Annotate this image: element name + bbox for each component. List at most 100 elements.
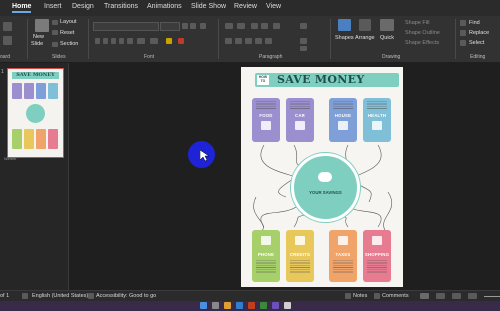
powerpoint-icon[interactable] bbox=[248, 302, 255, 309]
thumb-card bbox=[36, 83, 46, 99]
tab-slide-show[interactable]: Slide Show bbox=[191, 3, 226, 10]
bullets-icon[interactable] bbox=[225, 23, 233, 29]
increase-indent-icon[interactable] bbox=[261, 23, 268, 29]
font-name-field[interactable] bbox=[93, 22, 159, 31]
columns-icon[interactable] bbox=[265, 38, 272, 44]
tab-animations[interactable]: Animations bbox=[147, 3, 182, 10]
start-icon[interactable] bbox=[200, 302, 207, 309]
select-icon[interactable] bbox=[460, 40, 466, 46]
decrease-indent-icon[interactable] bbox=[251, 23, 258, 29]
font-color-icon[interactable] bbox=[178, 38, 184, 44]
tab-review[interactable]: Review bbox=[234, 3, 257, 10]
char-spacing-icon[interactable] bbox=[137, 38, 145, 44]
tab-view[interactable]: View bbox=[266, 3, 281, 10]
ribbon: oard New Slide Layout Reset Section Slid… bbox=[0, 16, 500, 63]
replace-icon[interactable] bbox=[460, 30, 466, 36]
thumb-card bbox=[48, 83, 58, 99]
spellcheck-icon[interactable] bbox=[22, 293, 28, 299]
search-icon[interactable] bbox=[212, 302, 219, 309]
clear-format-icon[interactable] bbox=[200, 23, 206, 29]
accessibility-icon[interactable] bbox=[88, 293, 94, 299]
how-to-label: HOW TO bbox=[257, 75, 269, 85]
comments-button[interactable]: Comments bbox=[382, 293, 409, 299]
numbering-icon[interactable] bbox=[237, 23, 245, 29]
section-button[interactable]: Section bbox=[60, 41, 78, 47]
font-size-field[interactable] bbox=[160, 22, 180, 31]
piggy-bank-icon bbox=[318, 172, 332, 182]
smartart-icon[interactable] bbox=[300, 46, 307, 51]
slide-canvas[interactable]: HOW TO SAVE MONEY FOOD CAR HOUSE HEALTH … bbox=[241, 67, 403, 287]
tab-transitions[interactable]: Transitions bbox=[104, 3, 138, 10]
text-direction-icon[interactable] bbox=[300, 23, 307, 29]
change-case-icon[interactable] bbox=[150, 38, 158, 44]
file-explorer-icon[interactable] bbox=[224, 302, 231, 309]
select-button[interactable]: Select bbox=[469, 40, 484, 46]
replace-button[interactable]: Replace bbox=[469, 30, 489, 36]
find-icon[interactable] bbox=[460, 20, 466, 26]
comments-icon[interactable] bbox=[374, 293, 380, 299]
quick-styles-icon[interactable] bbox=[380, 19, 394, 31]
italic-icon[interactable] bbox=[103, 38, 108, 44]
language-indicator[interactable]: English (United States) bbox=[32, 293, 88, 299]
slideshow-view-icon[interactable] bbox=[468, 293, 477, 299]
increase-font-icon[interactable] bbox=[182, 23, 188, 29]
bold-icon[interactable] bbox=[95, 38, 100, 44]
line-spacing-icon[interactable] bbox=[273, 23, 280, 29]
app-icon[interactable] bbox=[284, 302, 291, 309]
card-label: CAR bbox=[295, 113, 305, 118]
align-text-icon[interactable] bbox=[300, 38, 307, 44]
reset-icon[interactable] bbox=[52, 30, 58, 35]
reset-button[interactable]: Reset bbox=[60, 30, 74, 36]
layout-icon[interactable] bbox=[52, 20, 58, 25]
edge-icon[interactable] bbox=[236, 302, 243, 309]
card-house: HOUSE bbox=[329, 98, 357, 142]
accessibility-status[interactable]: Accessibility: Good to go bbox=[96, 293, 156, 299]
shapes-button[interactable]: Shapes bbox=[335, 35, 354, 41]
cut-icon[interactable] bbox=[3, 22, 12, 31]
group-font-label: Font bbox=[144, 54, 155, 60]
slide-sorter-icon[interactable] bbox=[436, 293, 445, 299]
strikethrough-icon[interactable] bbox=[119, 38, 124, 44]
tab-design[interactable]: Design bbox=[72, 3, 94, 10]
quick-styles-button[interactable]: Quick bbox=[380, 35, 394, 41]
new-slide-button[interactable]: New bbox=[33, 34, 44, 40]
card-text-lines bbox=[290, 260, 310, 274]
section-icon[interactable] bbox=[52, 42, 58, 47]
shape-effects-button[interactable]: Shape Effects bbox=[405, 40, 439, 46]
reading-view-icon[interactable] bbox=[452, 293, 461, 299]
layout-button[interactable]: Layout bbox=[60, 19, 77, 25]
underline-icon[interactable] bbox=[111, 38, 116, 44]
align-left-icon[interactable] bbox=[225, 38, 232, 44]
group-slides-label: Slides bbox=[52, 54, 66, 60]
shape-outline-button[interactable]: Shape Outline bbox=[405, 30, 440, 36]
normal-view-icon[interactable] bbox=[420, 293, 429, 299]
arrange-icon[interactable] bbox=[359, 19, 371, 31]
card-text-lines bbox=[290, 101, 310, 109]
tab-insert[interactable]: Insert bbox=[44, 3, 62, 10]
card-label: HEALTH bbox=[367, 113, 387, 118]
app-icon[interactable] bbox=[260, 302, 267, 309]
notes-icon[interactable] bbox=[345, 293, 351, 299]
new-slide-icon[interactable] bbox=[35, 19, 49, 32]
shadow-icon[interactable] bbox=[127, 38, 133, 44]
find-button[interactable]: Find bbox=[469, 20, 480, 26]
highlight-icon[interactable] bbox=[166, 38, 172, 44]
shapes-icon[interactable] bbox=[338, 19, 351, 31]
tab-home[interactable]: Home bbox=[12, 3, 32, 13]
app-icon[interactable] bbox=[272, 302, 279, 309]
format-painter-icon[interactable] bbox=[3, 36, 12, 45]
shape-fill-button[interactable]: Shape Fill bbox=[405, 20, 429, 26]
arrange-button[interactable]: Arrange bbox=[355, 35, 375, 41]
decrease-font-icon[interactable] bbox=[190, 23, 196, 29]
card-label: PHONE bbox=[257, 252, 275, 257]
notes-button[interactable]: Notes bbox=[353, 293, 367, 299]
zoom-slider[interactable] bbox=[484, 296, 500, 297]
slide-thumbnail-1[interactable]: SAVE MONEY bbox=[7, 68, 64, 158]
bag-icon bbox=[372, 236, 382, 245]
new-slide-button-line2[interactable]: Slide bbox=[31, 41, 43, 47]
align-right-icon[interactable] bbox=[245, 38, 252, 44]
ribbon-tabs: Home Insert Design Transitions Animation… bbox=[0, 0, 500, 16]
align-center-icon[interactable] bbox=[235, 38, 242, 44]
justify-icon[interactable] bbox=[255, 38, 262, 44]
house-icon bbox=[338, 121, 348, 130]
